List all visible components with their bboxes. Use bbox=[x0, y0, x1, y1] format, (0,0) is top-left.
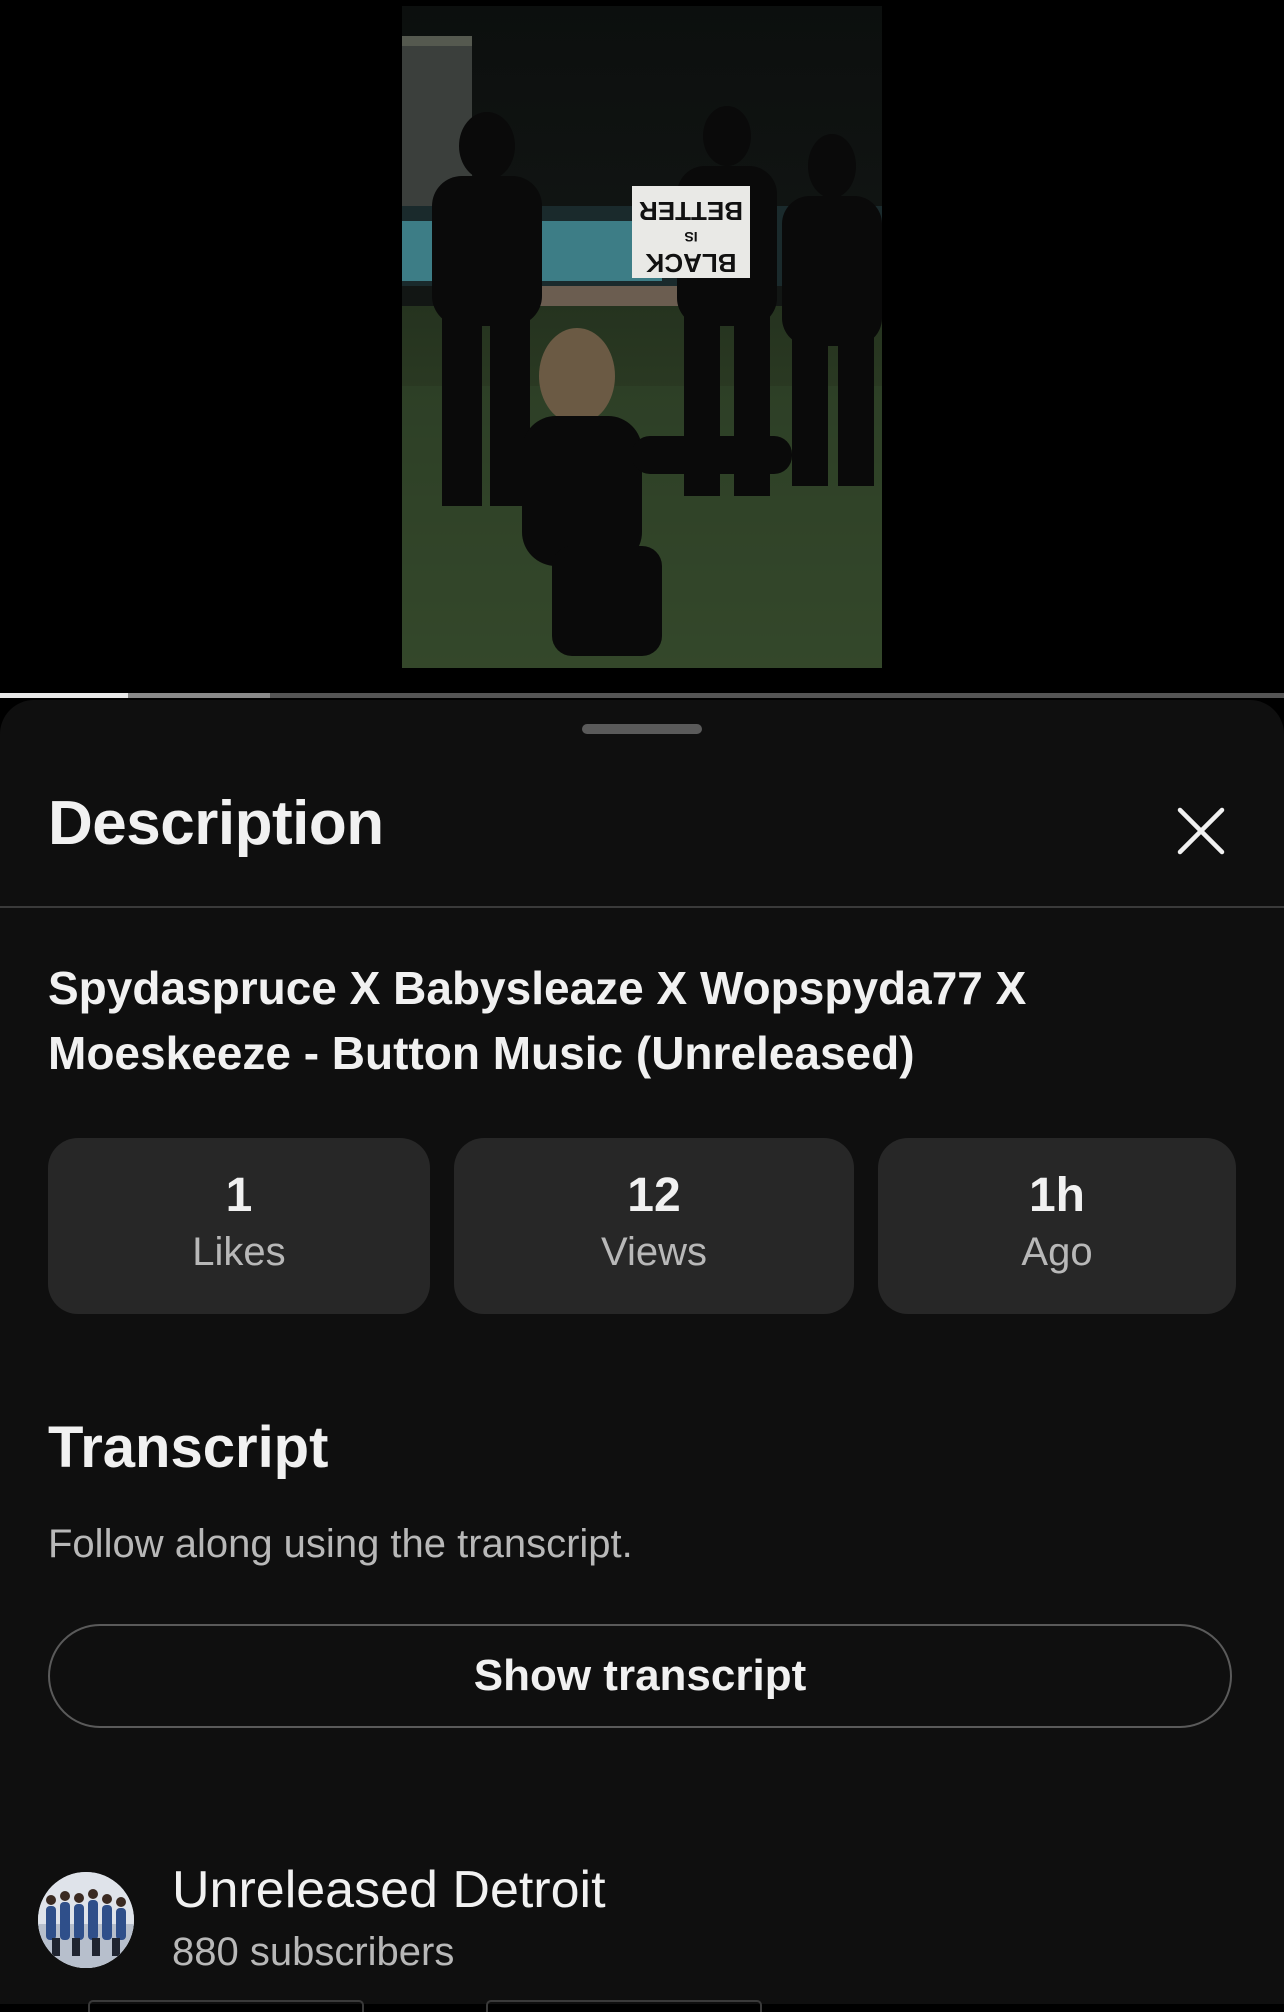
show-transcript-button[interactable]: Show transcript bbox=[48, 1624, 1232, 1728]
close-icon bbox=[1177, 807, 1225, 855]
sign-text-top: BETTER bbox=[639, 196, 743, 226]
close-button[interactable] bbox=[1170, 800, 1232, 862]
sign-text-middle: IS bbox=[684, 229, 697, 245]
channel-avatar-image bbox=[38, 1872, 134, 1968]
channel-action-button-edge[interactable] bbox=[88, 2000, 364, 2012]
stats-row: 1 Likes 12 Views 1h Ago bbox=[0, 1138, 1284, 1314]
sign-text-bottom: BLACK bbox=[645, 248, 736, 278]
video-title: Spydaspruce X Babysleaze X Wopspyda77 X … bbox=[48, 962, 1027, 1079]
video-player[interactable]: BETTER IS BLACK bbox=[0, 0, 1284, 693]
video-progress-bar[interactable] bbox=[0, 693, 1284, 698]
likes-label: Likes bbox=[192, 1230, 286, 1274]
drag-handle[interactable] bbox=[582, 724, 702, 734]
video-frame[interactable]: BETTER IS BLACK bbox=[402, 6, 882, 668]
header-divider bbox=[0, 906, 1284, 908]
video-frame-image: BETTER IS BLACK bbox=[402, 6, 882, 668]
description-sheet: Description Spydaspruce X Babysleaze X W… bbox=[0, 700, 1284, 2012]
channel-row[interactable]: Unreleased Detroit 880 subscribers bbox=[0, 1860, 1284, 2004]
sheet-title: Description bbox=[48, 789, 384, 858]
upload-age-label: Ago bbox=[1021, 1230, 1093, 1274]
views-stat: 12 Views bbox=[454, 1138, 854, 1314]
transcript-subtitle: Follow along using the transcript. bbox=[48, 1522, 633, 1566]
progress-played bbox=[0, 693, 129, 698]
channel-name[interactable]: Unreleased Detroit bbox=[172, 1860, 606, 1920]
channel-action-button-edge[interactable] bbox=[486, 2000, 762, 2012]
views-count: 12 bbox=[627, 1169, 681, 1222]
likes-stat: 1 Likes bbox=[48, 1138, 430, 1314]
upload-age-stat: 1h Ago bbox=[878, 1138, 1236, 1314]
views-label: Views bbox=[601, 1230, 707, 1274]
upload-age-value: 1h bbox=[1028, 1169, 1085, 1222]
channel-avatar[interactable] bbox=[38, 1872, 134, 1968]
transcript-heading: Transcript bbox=[48, 1415, 329, 1480]
channel-subscribers: 880 subscribers bbox=[172, 1930, 455, 1974]
likes-count: 1 bbox=[225, 1169, 253, 1222]
